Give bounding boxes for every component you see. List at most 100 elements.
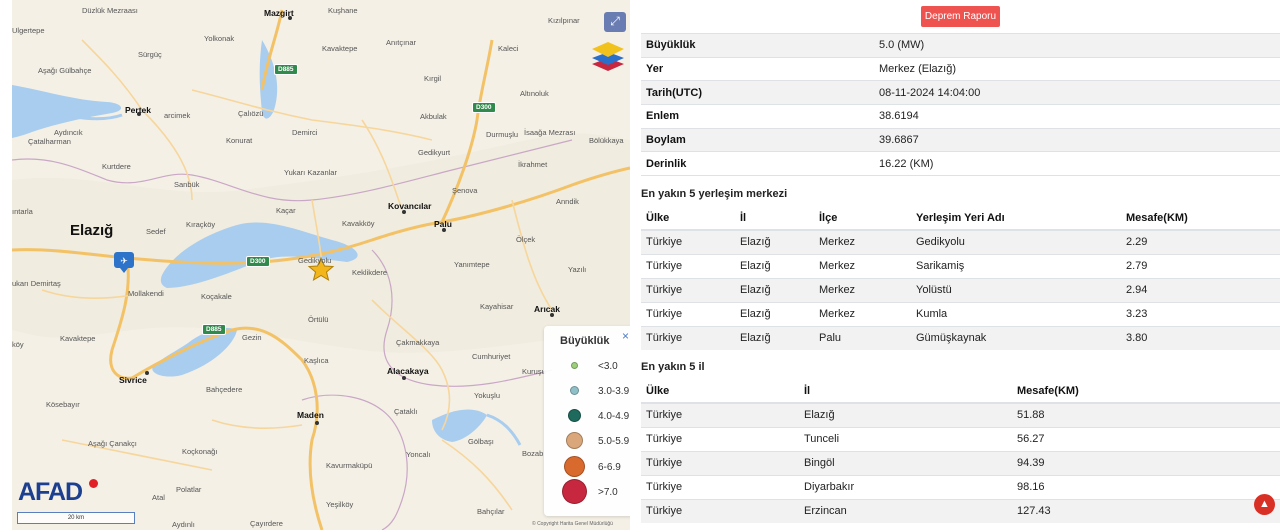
town-dot: [550, 313, 554, 317]
legend-item: >7.0: [550, 479, 630, 504]
svg-text:✈: ✈: [120, 257, 128, 267]
legend-item: 4.0-4.9: [550, 409, 630, 430]
map-label: Çakmakkaya: [396, 338, 440, 347]
stack-layers-icon[interactable]: [590, 40, 626, 72]
map-label: Çataklı: [394, 407, 418, 416]
map-label: Kavaktepe: [322, 44, 358, 53]
town-dot: [315, 421, 319, 425]
info-key: Büyüklük: [641, 33, 874, 58]
expand-arrows-icon[interactable]: ⤢: [604, 12, 626, 32]
map-label: ukarı Demirtaş: [12, 279, 61, 288]
table-row: Türkiye Elazığ Merkez Yolüstü 2.94: [641, 277, 1280, 302]
table-row: Türkiye Elazığ Merkez Gedikyolu 2.29: [641, 229, 1280, 254]
info-row: Derinlik 16.22 (KM): [641, 151, 1280, 177]
info-key: Yer: [641, 57, 874, 82]
column-header: İl: [735, 206, 814, 231]
map-label: köy: [12, 340, 24, 349]
map-label: Yeşilköy: [326, 500, 354, 509]
map-label: Bahçılar: [477, 507, 505, 516]
chevron-up-icon[interactable]: ▲: [1254, 494, 1275, 515]
map-label: Ulgertepe: [12, 26, 45, 35]
info-row: Boylam 39.6867: [641, 128, 1280, 153]
map-label: Kayahisar: [480, 302, 514, 311]
provinces-title: En yakın 5 il: [641, 361, 705, 373]
map-label: Bölükkaya: [589, 136, 624, 145]
table-row: Türkiye Elazığ Palu Gümüşkaynak 3.80: [641, 325, 1280, 350]
map-label: Kösebayır: [46, 400, 80, 409]
legend-close-icon[interactable]: ×: [622, 329, 629, 343]
map-scale-bar: 20 km: [17, 512, 135, 524]
nearest-provinces-table: Ülke İl Mesafe(KM) Türkiye Elazığ 51.88 Tü…: [641, 379, 1280, 523]
map-label: ıntarla: [12, 207, 33, 216]
map-label: Ölçek: [516, 235, 536, 244]
map-label: Koçakale: [201, 292, 232, 301]
map-label: Şenova: [452, 186, 478, 195]
map-label: Sedef: [146, 227, 166, 236]
map-label: Çalıözü: [238, 109, 264, 118]
map-label: Aydıncık: [54, 128, 83, 137]
map-label: Polatlar: [176, 485, 202, 494]
map-label: Koçkonağı: [182, 447, 218, 456]
town-dot: [402, 210, 406, 214]
map-label: Anndik: [556, 197, 579, 206]
legend-item: <3.0: [550, 360, 630, 380]
table-row: Türkiye Tunceli 56.27: [641, 426, 1280, 451]
map-label: Yoncalı: [406, 450, 431, 459]
column-header: Ülke: [641, 206, 735, 231]
map-label: Anıtçınar: [386, 38, 417, 47]
road-badge: D885: [274, 64, 298, 75]
map-label: Akbulak: [420, 112, 447, 121]
legend-item: 5.0-5.9: [550, 432, 630, 454]
info-value: 5.0 (MW): [874, 33, 1280, 58]
info-value: 08-11-2024 14:04:00: [874, 80, 1280, 106]
info-row: Enlem 38.6194: [641, 104, 1280, 129]
map-label: Kırgil: [424, 74, 442, 83]
map-label: Durmuşlu: [486, 130, 519, 139]
earthquake-report-button[interactable]: Deprem Raporu: [921, 6, 1000, 27]
map-label: Çatalharman: [28, 137, 71, 146]
map-label: Aşağı Gülbahçe: [38, 66, 92, 75]
legend-item: 3.0-3.9: [550, 385, 630, 405]
map-label: Kaçar: [276, 206, 296, 215]
map-label: Düzlük Mezraası: [82, 6, 138, 15]
table-row: Türkiye Elazığ 51.88: [641, 402, 1280, 427]
info-value: 39.6867: [874, 128, 1280, 153]
table-row: Türkiye Diyarbakır 98.16: [641, 474, 1280, 499]
map-label: arcimek: [164, 111, 191, 120]
map-label: Kavaktepe: [60, 334, 96, 343]
map-label: Aşağı Çanakçı: [88, 439, 137, 448]
map-label: Kaleci: [498, 44, 519, 53]
map-label: Aydınlı: [172, 520, 195, 529]
map-label: Kuruşu: [522, 367, 546, 376]
town-dot: [145, 371, 149, 375]
afad-logo: AFAD: [18, 478, 83, 506]
map-label: Gedikyolu: [298, 256, 332, 265]
legend-title: Büyüklük: [560, 335, 610, 347]
afad-logo-mark-icon: [89, 479, 98, 488]
earthquake-map[interactable]: ✈ Düzlük Mezraası Mazgirt Kuşhane Kızılp…: [12, 0, 630, 530]
map-label-city: Elazığ: [70, 222, 114, 239]
map-label: Kuşhane: [328, 6, 358, 15]
map-label: Kavakköy: [342, 219, 375, 228]
road-badge: D300: [472, 102, 496, 113]
town-dot: [288, 16, 292, 20]
info-row: Tarih(UTC) 08-11-2024 14:04:00: [641, 80, 1280, 106]
map-label: Gedikyurt: [418, 148, 451, 157]
map-label: Yukarı Kazanlar: [284, 168, 337, 177]
map-copyright: © Copyright Harita Genel Müdürlüğü: [532, 521, 613, 527]
map-label: Altınoluk: [520, 89, 549, 98]
map-label: Sürgüç: [138, 50, 162, 59]
legend-item: 6-6.9: [550, 456, 630, 479]
town-dot: [137, 112, 141, 116]
nearest-settlements-table: Ülke İl İlçe Yerleşim Yeri Adı Mesafe(KM…: [641, 206, 1280, 350]
column-header: Mesafe(KM): [1012, 379, 1280, 404]
town-dot: [402, 376, 406, 380]
map-label: Yazılı: [568, 265, 587, 274]
table-row: Türkiye Bingöl 94.39: [641, 450, 1280, 475]
map-label: Yanımtepe: [454, 260, 490, 269]
magnitude-legend: Büyüklük × <3.0 3.0-3.9 4.0-4.9 5.0-5.9 …: [544, 326, 630, 516]
map-label: Alacakaya: [387, 366, 429, 376]
map-label: Mollakendi: [128, 289, 164, 298]
info-key: Enlem: [641, 104, 874, 129]
map-label: Gölbaşı: [468, 437, 494, 446]
